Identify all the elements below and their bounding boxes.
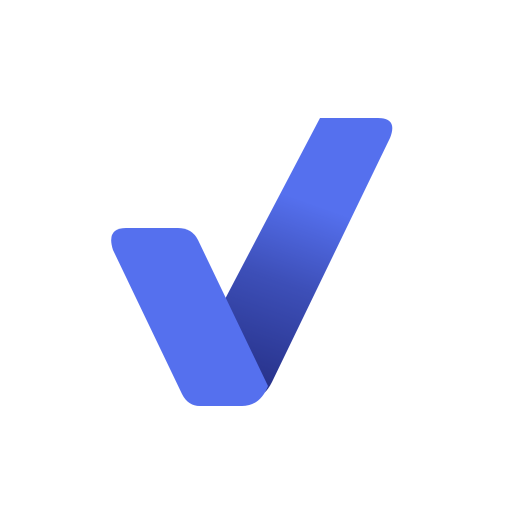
app-logo-canvas <box>0 0 512 512</box>
checkmark-icon <box>111 118 393 406</box>
